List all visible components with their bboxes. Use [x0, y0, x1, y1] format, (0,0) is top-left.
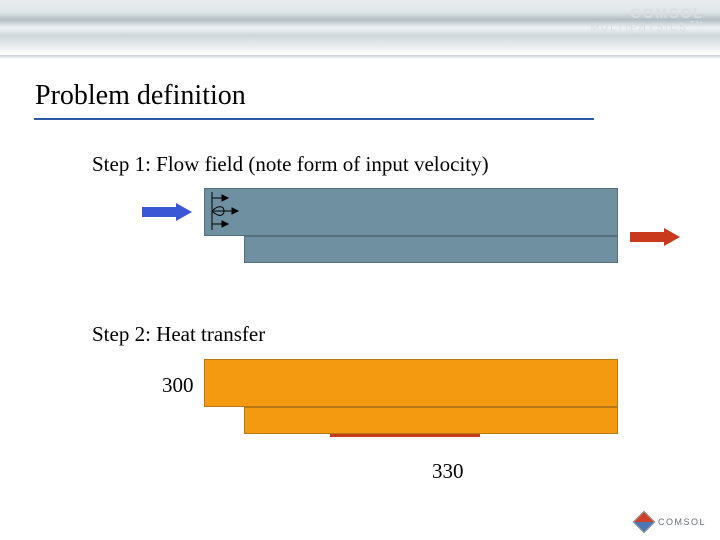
flow-channel-lower — [244, 236, 618, 263]
brand-line1: COMSOL — [631, 5, 704, 21]
page-title: Problem definition — [35, 80, 246, 112]
inlet-arrow-icon — [142, 203, 192, 221]
brand-footer-text: COMSOL — [658, 517, 706, 527]
inlet-temperature-label: 300 — [162, 373, 194, 398]
step1-heading: Step 1: Flow field (note form of input v… — [92, 152, 489, 177]
heat-channel-lower — [244, 407, 618, 434]
heated-wall-line — [330, 434, 480, 437]
brand-logo-top: COMSOL MULTIPHYSICSTM — [591, 6, 704, 34]
flow-diagram — [140, 188, 620, 280]
step2-heading: Step 2: Heat transfer — [92, 322, 265, 347]
brand-tm: TM — [690, 21, 704, 28]
wall-temperature-label: 330 — [432, 459, 464, 484]
heat-channel-upper — [204, 359, 618, 407]
title-underline — [34, 118, 594, 120]
brand-line2: MULTIPHYSICS — [591, 22, 688, 33]
brand-cube-icon — [633, 511, 656, 534]
flow-channel-upper — [204, 188, 618, 236]
outlet-arrow-icon — [630, 228, 680, 246]
header-band-shadow — [0, 55, 720, 59]
heat-diagram — [140, 359, 620, 451]
brand-logo-bottom: COMSOL — [636, 514, 706, 530]
